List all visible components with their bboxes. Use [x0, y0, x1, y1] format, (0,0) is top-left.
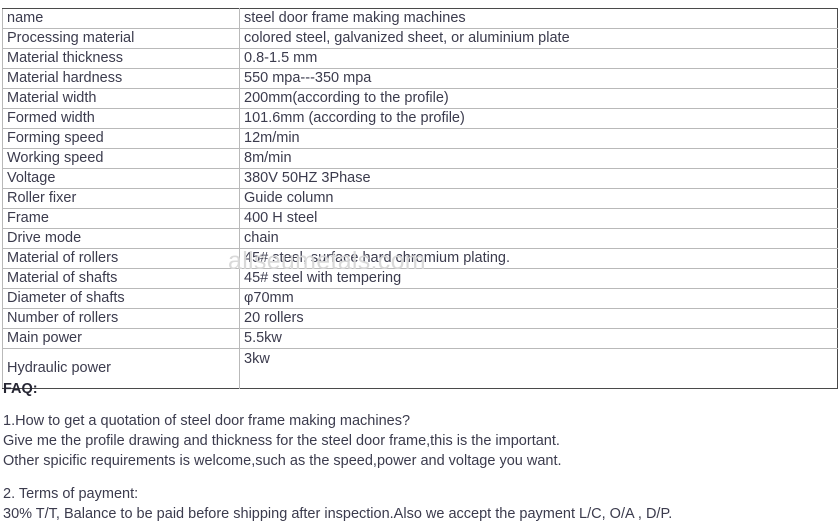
spec-value: colored steel, galvanized sheet, or alum…: [239, 28, 838, 49]
spec-value: Guide column: [239, 188, 838, 209]
spec-key: Material of rollers: [2, 248, 240, 269]
spec-value: 45# steel with tempering: [239, 268, 838, 289]
faq-answer-1-line-2: Other spicific requirements is welcome,s…: [3, 453, 562, 469]
spec-key: Working speed: [2, 148, 240, 169]
table-row: Processing material colored steel, galva…: [2, 28, 838, 49]
table-row: Forming speed 12m/min: [2, 128, 838, 149]
faq-section: FAQ: 1.How to get a quotation of steel d…: [3, 380, 823, 524]
spec-value: 200mm(according to the profile): [239, 88, 838, 109]
faq-heading: FAQ:: [3, 381, 38, 397]
spec-key: Frame: [2, 208, 240, 229]
spec-key: Formed width: [2, 108, 240, 129]
product-spec-page: name steel door frame making machines Pr…: [0, 0, 839, 525]
faq-answer-2: 30% T/T, Balance to be paid before shipp…: [3, 506, 673, 522]
spec-key: name: [2, 8, 240, 29]
table-row: Formed width 101.6mm (according to the p…: [2, 108, 838, 129]
spec-value: 400 H steel: [239, 208, 838, 229]
spec-key: Number of rollers: [2, 308, 240, 329]
table-row: Roller fixer Guide column: [2, 188, 838, 209]
spec-value: chain: [239, 228, 838, 249]
faq-question-2: 2. Terms of payment:: [3, 486, 139, 502]
spec-key: Main power: [2, 328, 240, 349]
specification-table-body: name steel door frame making machines Pr…: [2, 8, 838, 389]
table-row: Drive mode chain: [2, 228, 838, 249]
spec-value: 20 rollers: [239, 308, 838, 329]
faq-spacer: [3, 471, 823, 484]
spec-key: Material hardness: [2, 68, 240, 89]
faq-question-1: 1.How to get a quotation of steel door f…: [3, 413, 411, 429]
spec-value: 45# steel, surface hard chromium plating…: [239, 248, 838, 269]
table-row: Material hardness 550 mpa---350 mpa: [2, 68, 838, 89]
table-row: Number of rollers 20 rollers: [2, 308, 838, 329]
spec-key: Material width: [2, 88, 240, 109]
spec-key: Material thickness: [2, 48, 240, 69]
spec-value: 5.5kw: [239, 328, 838, 349]
table-row: Voltage 380V 50HZ 3Phase: [2, 168, 838, 189]
spec-key: Roller fixer: [2, 188, 240, 209]
spec-value: 101.6mm (according to the profile): [239, 108, 838, 129]
spec-value: steel door frame making machines: [239, 8, 838, 29]
table-row: Material thickness 0.8-1.5 mm: [2, 48, 838, 69]
spec-key: Drive mode: [2, 228, 240, 249]
table-row: Frame 400 H steel: [2, 208, 838, 229]
spec-value: 550 mpa---350 mpa: [239, 68, 838, 89]
spec-key: Forming speed: [2, 128, 240, 149]
spec-key: Material of shafts: [2, 268, 240, 289]
spec-value: 0.8-1.5 mm: [239, 48, 838, 69]
spec-value: 12m/min: [239, 128, 838, 149]
spec-value: 8m/min: [239, 148, 838, 169]
spec-key: Diameter of shafts: [2, 288, 240, 309]
table-row: Diameter of shafts φ70mm: [2, 288, 838, 309]
spec-key: Processing material: [2, 28, 240, 49]
spec-value: φ70mm: [239, 288, 838, 309]
specification-table: name steel door frame making machines Pr…: [2, 8, 838, 389]
table-row: Material of rollers 45# steel, surface h…: [2, 248, 838, 269]
spec-value: 380V 50HZ 3Phase: [239, 168, 838, 189]
table-row: Main power 5.5kw: [2, 328, 838, 349]
table-row: Working speed 8m/min: [2, 148, 838, 169]
spec-key: Voltage: [2, 168, 240, 189]
table-row: name steel door frame making machines: [2, 8, 838, 29]
table-row: Material of shafts 45# steel with temper…: [2, 268, 838, 289]
faq-answer-1-line-1: Give me the profile drawing and thicknes…: [3, 433, 560, 449]
table-row: Material width 200mm(according to the pr…: [2, 88, 838, 109]
specification-table-container: name steel door frame making machines Pr…: [2, 8, 838, 389]
